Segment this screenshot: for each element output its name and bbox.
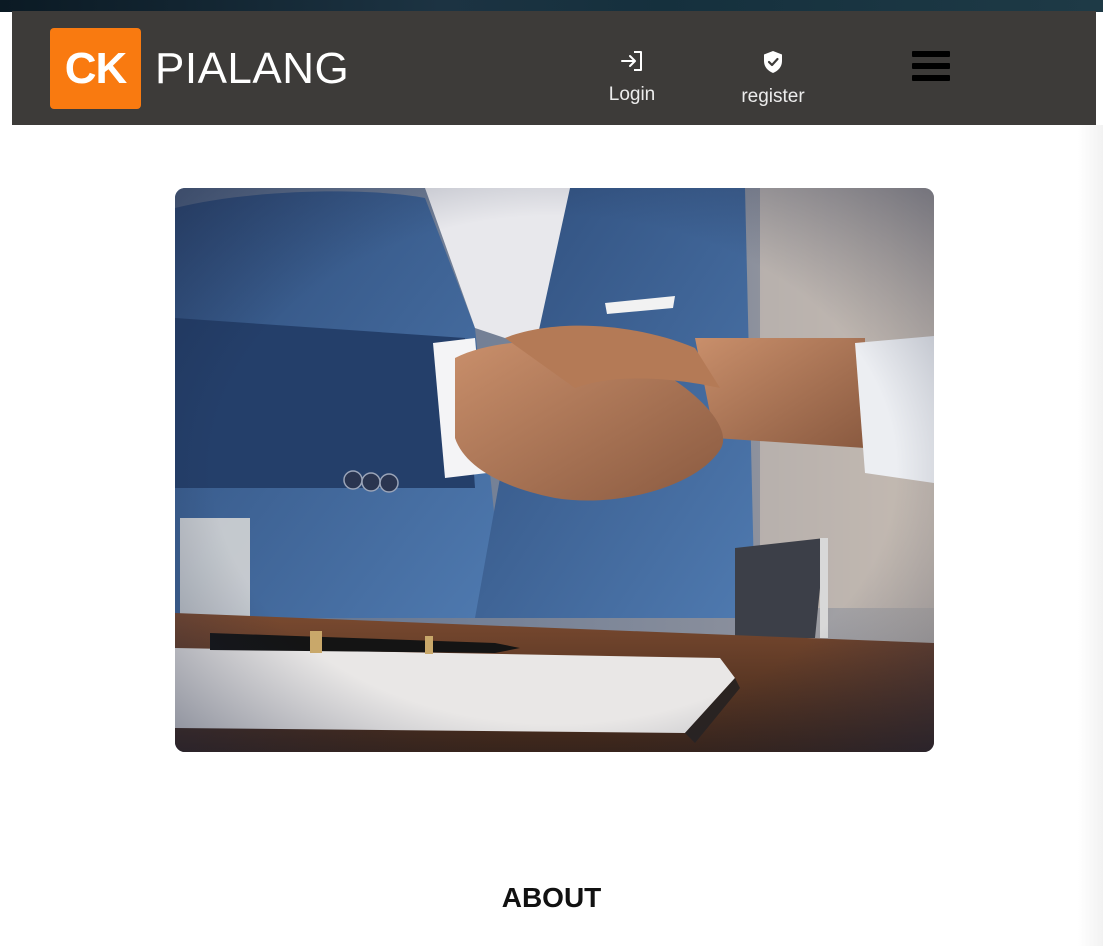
hero-image-handshake	[175, 188, 934, 752]
hamburger-line	[912, 75, 950, 81]
navbar: CK PIALANG Login register	[12, 11, 1096, 125]
hamburger-line	[912, 51, 950, 57]
scroll-gutter	[1078, 125, 1103, 946]
login-link[interactable]: Login	[602, 49, 662, 106]
register-label: register	[741, 86, 805, 107]
login-label: Login	[608, 84, 656, 105]
login-icon	[619, 49, 645, 78]
register-link[interactable]: register	[730, 49, 816, 108]
brand-name: PIALANG	[155, 43, 350, 93]
about-section-title: ABOUT	[501, 882, 602, 913]
shield-check-icon	[760, 49, 786, 80]
hamburger-line	[912, 63, 950, 69]
logo-mark: CK	[50, 28, 141, 109]
hamburger-menu-icon[interactable]	[912, 51, 950, 81]
brand-logo[interactable]: CK PIALANG	[50, 28, 349, 109]
